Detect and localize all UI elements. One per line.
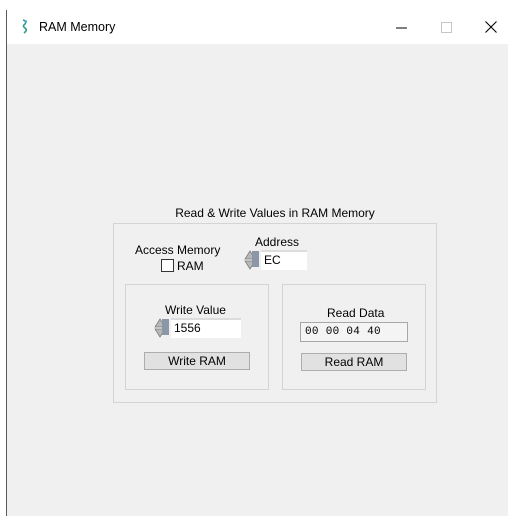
- window-title: RAM Memory: [39, 20, 116, 34]
- write-value-label: Write Value: [165, 303, 226, 317]
- access-memory-label: Access Memory: [135, 243, 221, 257]
- spin-selection-marker: [252, 251, 259, 267]
- write-value-spinner[interactable]: [154, 318, 169, 338]
- write-value-input[interactable]: 1556: [171, 318, 241, 338]
- minimize-button[interactable]: [379, 10, 423, 44]
- maximize-button[interactable]: [424, 10, 468, 44]
- title-bar[interactable]: RAM Memory: [7, 10, 508, 44]
- ram-checkbox-label: RAM: [177, 259, 204, 273]
- address-label: Address: [255, 235, 300, 249]
- minimize-icon: [395, 27, 407, 28]
- address-input[interactable]: EC: [261, 250, 307, 270]
- read-data-display: 00 00 04 40: [300, 322, 408, 342]
- close-button[interactable]: [469, 10, 508, 44]
- read-ram-button[interactable]: Read RAM: [301, 353, 407, 371]
- read-data-label: Read Data: [327, 306, 385, 320]
- spin-selection-marker: [162, 319, 169, 335]
- address-spinner[interactable]: [244, 250, 259, 270]
- app-window: RAM Memory Read & Write Values in RAM Me…: [6, 10, 508, 516]
- group-title: Read & Write Values in RAM Memory: [175, 206, 375, 220]
- ram-checkbox[interactable]: [161, 259, 174, 272]
- maximize-icon: [440, 21, 452, 33]
- write-ram-button[interactable]: Write RAM: [144, 352, 250, 370]
- lab-app-icon: [22, 19, 28, 34]
- close-icon: [485, 21, 497, 33]
